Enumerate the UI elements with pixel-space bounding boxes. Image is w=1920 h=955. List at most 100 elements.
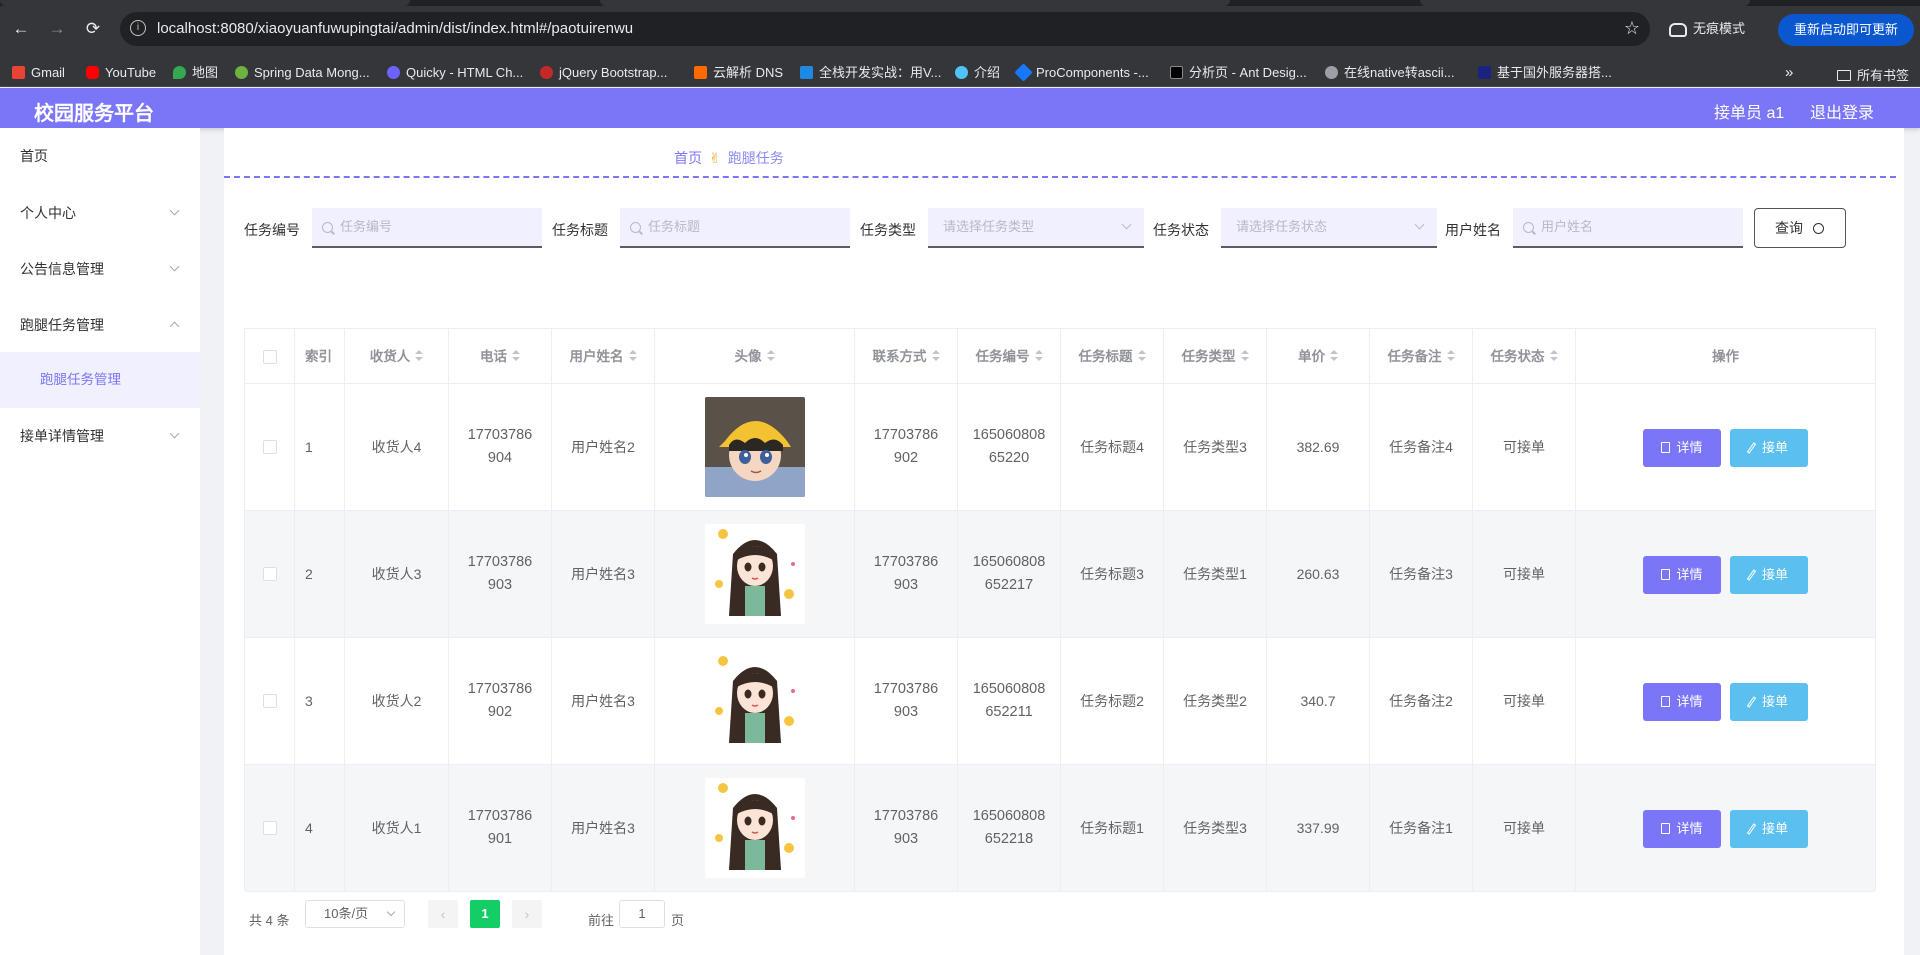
browser-tab[interactable] xyxy=(600,0,1230,6)
detail-button[interactable]: 详情 xyxy=(1643,429,1721,467)
header-receiver[interactable]: 收货人 xyxy=(345,329,449,384)
bookmark-gmail[interactable]: Gmail xyxy=(12,65,65,81)
bookmark-youtube[interactable]: YouTube xyxy=(86,65,156,81)
bookmark-spring-data[interactable]: Spring Data Mong... xyxy=(235,65,370,81)
sort-icon[interactable] xyxy=(1446,350,1455,362)
header-task-note[interactable]: 任务备注 xyxy=(1370,329,1473,384)
bookmark-native-ascii[interactable]: 在线native转ascii... xyxy=(1325,65,1455,81)
next-page-button[interactable]: › xyxy=(512,900,542,928)
reload-icon[interactable]: ⟳ xyxy=(82,18,104,40)
bookmark-intro[interactable]: 介绍 xyxy=(955,65,1000,81)
bookmark-procomponents[interactable]: ProComponents -... xyxy=(1014,63,1149,82)
index-cell: 3 xyxy=(295,638,345,765)
user-name-input[interactable]: 用户姓名 xyxy=(1513,208,1743,248)
sidebar-item-home[interactable]: 首页 xyxy=(0,128,200,184)
page-size-select[interactable]: 10条/页 xyxy=(305,900,405,928)
row-checkbox[interactable] xyxy=(262,694,277,708)
page-number-current[interactable]: 1 xyxy=(470,900,500,928)
detail-button[interactable]: 详情 xyxy=(1643,556,1721,594)
bookmark-label: Gmail xyxy=(31,65,65,80)
sort-icon[interactable] xyxy=(1330,350,1338,362)
price-cell: 260.63 xyxy=(1267,511,1370,638)
sidebar-item-label: 个人中心 xyxy=(20,205,76,221)
sidebar-subitem-errand-tasks[interactable]: 跑腿任务管理 xyxy=(0,352,200,408)
sidebar-item-announcements[interactable]: 公告信息管理 xyxy=(0,241,200,297)
row-checkbox[interactable] xyxy=(262,440,277,454)
header-label: 任务标题 xyxy=(1078,349,1133,364)
actions-cell: 详情 接单 xyxy=(1576,638,1875,765)
back-icon[interactable]: ← xyxy=(10,18,32,40)
bookmarks-overflow-icon[interactable]: » xyxy=(1785,64,1793,81)
take-order-button[interactable]: 接单 xyxy=(1730,556,1808,594)
header-phone[interactable]: 电话 xyxy=(449,329,552,384)
take-order-button[interactable]: 接单 xyxy=(1730,810,1808,848)
bookmarks-bar: Gmail YouTube 地图 Spring Data Mong... Qui… xyxy=(0,59,1920,87)
bookmark-fullstack[interactable]: 全栈开发实战：用V... xyxy=(800,65,941,81)
procomponents-icon xyxy=(1014,63,1033,82)
detail-label: 详情 xyxy=(1676,821,1703,836)
bookmark-foreign-server[interactable]: 基于国外服务器搭... xyxy=(1478,65,1612,81)
sort-icon[interactable] xyxy=(1549,350,1558,362)
document-icon xyxy=(1661,569,1671,580)
prev-page-button[interactable]: ‹ xyxy=(428,900,458,928)
bookmark-jquery-bootstrap[interactable]: jQuery Bootstrap... xyxy=(540,65,667,81)
header-task-no[interactable]: 任务编号 xyxy=(958,329,1061,384)
header-avatar[interactable]: 头像 xyxy=(655,329,855,384)
row-select-cell xyxy=(245,765,295,892)
sidebar-item-personal-center[interactable]: 个人中心 xyxy=(0,185,200,241)
site-info-icon[interactable]: i xyxy=(130,20,146,36)
bookmark-label: YouTube xyxy=(105,65,157,80)
task-status-cell: 可接单 xyxy=(1473,638,1576,765)
bookmark-cloud-dns[interactable]: 云解析 DNS xyxy=(694,65,783,81)
header-task-title[interactable]: 任务标题 xyxy=(1061,329,1164,384)
take-order-button[interactable]: 接单 xyxy=(1730,429,1808,467)
bookmark-ant-design[interactable]: 分析页 - Ant Desig... xyxy=(1170,65,1307,81)
sort-icon[interactable] xyxy=(766,350,775,362)
detail-button[interactable]: 详情 xyxy=(1643,810,1721,848)
browser-tab[interactable] xyxy=(1420,0,1750,6)
header-contact[interactable]: 联系方式 xyxy=(855,329,958,384)
query-label: 查询 xyxy=(1775,220,1803,236)
take-order-button[interactable]: 接单 xyxy=(1730,683,1808,721)
row-checkbox[interactable] xyxy=(262,567,277,581)
sort-icon[interactable] xyxy=(1137,350,1146,362)
sort-icon[interactable] xyxy=(415,350,424,362)
header-price[interactable]: 单价 xyxy=(1267,329,1370,384)
header-user-name[interactable]: 用户姓名 xyxy=(552,329,655,384)
sidebar-item-errand-tasks[interactable]: 跑腿任务管理 xyxy=(0,297,200,353)
task-status-select[interactable]: 请选择任务状态 xyxy=(1221,208,1437,248)
all-bookmarks-button[interactable]: 所有书签 xyxy=(1837,65,1909,84)
task-title-input[interactable]: 任务标题 xyxy=(620,208,850,248)
sort-icon[interactable] xyxy=(1240,350,1249,362)
header-index: 索引 xyxy=(295,329,345,384)
sort-icon[interactable] xyxy=(1034,350,1043,362)
forward-icon[interactable]: → xyxy=(46,18,68,40)
header-task-status[interactable]: 任务状态 xyxy=(1473,329,1576,384)
bookmark-quicky[interactable]: Quicky - HTML Ch... xyxy=(387,65,523,81)
bookmark-label: Quicky - HTML Ch... xyxy=(406,65,524,80)
header-label: 任务编号 xyxy=(975,349,1030,364)
incognito-indicator[interactable]: 无痕模式 xyxy=(1669,14,1745,44)
sidebar-item-order-details[interactable]: 接单详情管理 xyxy=(0,408,200,464)
sort-icon[interactable] xyxy=(931,350,940,362)
row-checkbox[interactable] xyxy=(262,821,277,835)
sort-icon[interactable] xyxy=(512,350,520,362)
app-header: 校园服务平台 接单员 a1 退出登录 xyxy=(0,88,1920,128)
logout-button[interactable]: 退出登录 xyxy=(1810,99,1874,123)
bookmark-maps[interactable]: 地图 xyxy=(173,65,218,81)
query-button[interactable]: 查询 xyxy=(1754,208,1846,248)
header-task-type[interactable]: 任务类型 xyxy=(1164,329,1267,384)
goto-page-input[interactable]: 1 xyxy=(619,900,665,928)
breadcrumb-home[interactable]: 首页 xyxy=(674,150,702,166)
bookmark-star-icon[interactable]: ☆ xyxy=(1624,18,1640,39)
select-all-checkbox[interactable] xyxy=(262,350,277,365)
sort-icon[interactable] xyxy=(628,350,637,362)
task-no-input[interactable]: 任务编号 xyxy=(312,208,542,248)
browser-tab[interactable] xyxy=(0,0,410,6)
take-label: 接单 xyxy=(1761,694,1788,709)
task-type-select[interactable]: 请选择任务类型 xyxy=(928,208,1144,248)
address-bar[interactable]: i localhost:8080/xiaoyuanfuwupingtai/adm… xyxy=(120,12,1650,46)
relaunch-update-button[interactable]: 重新启动即可更新 xyxy=(1778,14,1914,46)
detail-button[interactable]: 详情 xyxy=(1643,683,1721,721)
user-name-label: 用户姓名 xyxy=(1445,222,1501,238)
